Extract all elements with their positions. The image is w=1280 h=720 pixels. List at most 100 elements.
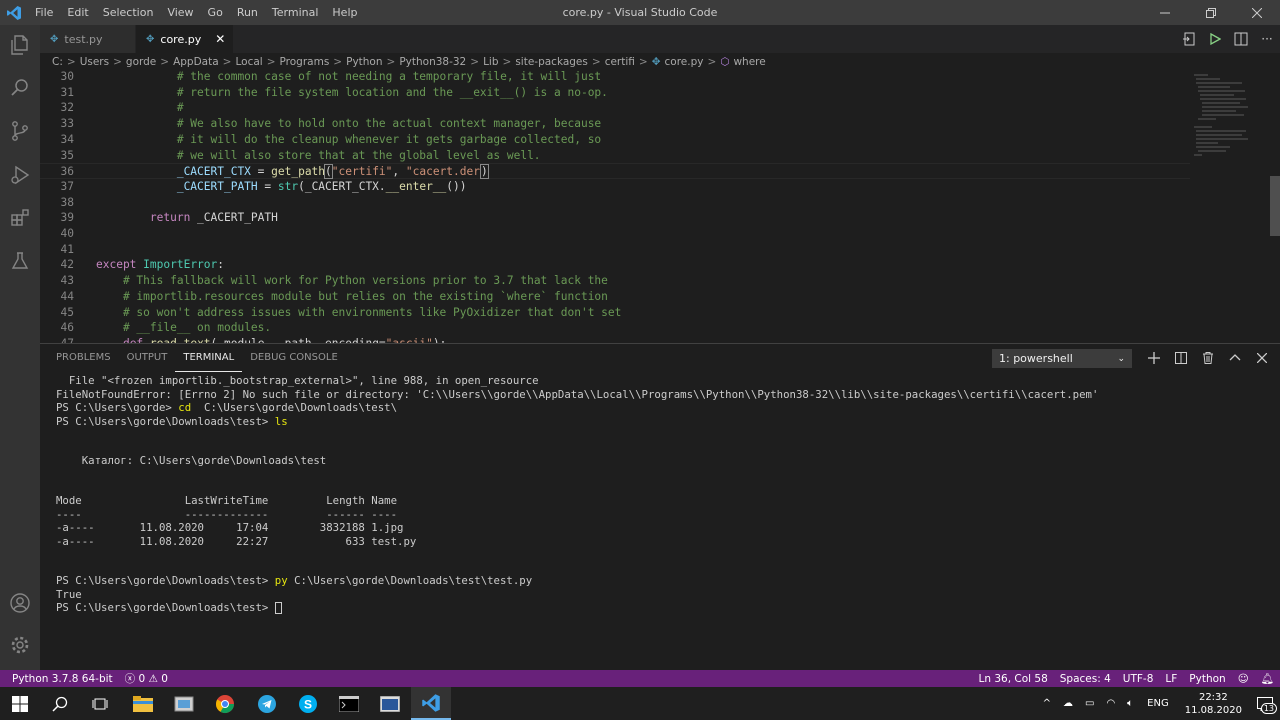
end-of-line[interactable]: LF	[1159, 673, 1183, 685]
breadcrumb-item[interactable]: Python38-32	[399, 56, 466, 68]
menu-terminal[interactable]: Terminal	[265, 0, 326, 25]
vscode-taskbar-icon[interactable]	[411, 687, 451, 720]
breadcrumb-item[interactable]: Users	[80, 56, 109, 68]
code-line[interactable]: 46 # __file__ on modules.	[40, 320, 1190, 336]
breadcrumb-item[interactable]: certifi	[605, 56, 635, 68]
code-line[interactable]: 30 # the common case of not needing a te…	[40, 71, 1190, 85]
feedback-icon[interactable]: ☺	[1232, 673, 1255, 685]
account-icon[interactable]	[0, 583, 40, 623]
indentation[interactable]: Spaces: 4	[1054, 673, 1117, 685]
source-control-icon[interactable]	[0, 111, 40, 151]
settings-gear-icon[interactable]	[0, 625, 40, 665]
breadcrumb-item[interactable]: AppData	[173, 56, 219, 68]
volume-icon[interactable]: 🔈︎	[1127, 698, 1133, 709]
chrome-icon[interactable]	[205, 687, 245, 720]
cursor-position[interactable]: Ln 36, Col 58	[973, 673, 1054, 685]
command-prompt-icon[interactable]	[329, 687, 369, 720]
code-line[interactable]: 35 # we will also store that at the glob…	[40, 148, 1190, 164]
code-line[interactable]: 47 def read_text(_module, _path, encodin…	[40, 336, 1190, 343]
editor-scrollbar-thumb[interactable]	[1270, 176, 1280, 236]
input-language[interactable]: ENG	[1147, 698, 1169, 709]
file-explorer-icon[interactable]	[123, 687, 163, 720]
split-editor-icon[interactable]	[1228, 25, 1254, 53]
snipping-tool-icon[interactable]	[164, 687, 204, 720]
code-line[interactable]: 31 # return the file system location and…	[40, 85, 1190, 101]
code-line[interactable]: 45 # so won't address issues with enviro…	[40, 305, 1190, 321]
breadcrumb-item[interactable]: Lib	[483, 56, 498, 68]
tab-output[interactable]: OUTPUT	[119, 344, 176, 372]
breadcrumb-item[interactable]: C:	[52, 56, 63, 68]
maximize-panel-icon[interactable]	[1221, 344, 1248, 372]
action-center-icon[interactable]: 13	[1250, 687, 1280, 720]
menu-file[interactable]: File	[28, 0, 60, 25]
explorer-icon[interactable]	[0, 25, 40, 65]
tab-terminal[interactable]: TERMINAL	[175, 344, 243, 372]
telegram-icon[interactable]	[247, 687, 287, 720]
search-icon[interactable]	[0, 68, 40, 108]
cloud-icon[interactable]: ☁	[1063, 698, 1073, 709]
notifications-bell-icon[interactable]: 🔔︎	[1255, 672, 1280, 685]
breadcrumb-item[interactable]: site-packages	[515, 56, 588, 68]
more-actions-icon[interactable]: ···	[1254, 25, 1280, 53]
code-line[interactable]: 42 except ImportError:	[40, 257, 1190, 273]
breadcrumb-item[interactable]: Programs	[280, 56, 330, 68]
code-line[interactable]: 41	[40, 242, 1190, 258]
tab-test-py[interactable]: ✥ test.py	[40, 25, 136, 53]
split-terminal-icon[interactable]	[1167, 344, 1194, 372]
taskbar-search-icon[interactable]	[40, 687, 80, 720]
code-line[interactable]: 43 # This fallback will work for Python …	[40, 273, 1190, 289]
menu-edit[interactable]: Edit	[60, 0, 95, 25]
clock[interactable]: 22:32 11.08.2020	[1185, 691, 1242, 717]
new-terminal-icon[interactable]	[1140, 344, 1167, 372]
code-line[interactable]: 37 _CACERT_PATH = str(_CACERT_CTX.__ente…	[40, 179, 1190, 195]
problems-status[interactable]: ⓧ 0 ⚠ 0	[119, 671, 174, 686]
code-line[interactable]: 38	[40, 195, 1190, 211]
run-debug-icon[interactable]	[0, 155, 40, 195]
windows-start-icon[interactable]	[0, 687, 40, 720]
skype-icon[interactable]: S	[288, 687, 328, 720]
breadcrumb-item[interactable]: core.py	[665, 56, 704, 68]
minimap[interactable]	[1190, 71, 1270, 343]
language-mode[interactable]: Python	[1183, 673, 1231, 685]
code-line[interactable]: 40	[40, 226, 1190, 242]
menu-run[interactable]: Run	[230, 0, 265, 25]
menu-selection[interactable]: Selection	[96, 0, 161, 25]
breadcrumb-item[interactable]: where	[733, 56, 765, 68]
terminal-line: Каталог: C:\Users\gorde\Downloads\test	[56, 454, 327, 467]
minimize-button[interactable]	[1142, 0, 1188, 25]
extensions-icon[interactable]	[0, 198, 40, 238]
task-view-icon[interactable]	[80, 687, 120, 720]
wifi-icon[interactable]: ◠	[1106, 698, 1115, 709]
run-file-icon[interactable]	[1202, 25, 1228, 53]
code-line[interactable]: 33 # We also have to hold onto the actua…	[40, 116, 1190, 132]
code-editor[interactable]: 30 # the common case of not needing a te…	[40, 71, 1190, 343]
code-line[interactable]: 39 return _CACERT_PATH	[40, 210, 1190, 226]
trash-icon[interactable]	[1194, 344, 1221, 372]
encoding[interactable]: UTF-8	[1117, 673, 1160, 685]
code-line[interactable]: 32 #	[40, 100, 1190, 116]
code-line[interactable]: 44 # importlib.resources module but reli…	[40, 289, 1190, 305]
show-hidden-icons-icon[interactable]: ^	[1043, 698, 1051, 709]
menu-go[interactable]: Go	[201, 0, 230, 25]
tab-debug-console[interactable]: DEBUG CONSOLE	[242, 344, 346, 372]
tab-problems[interactable]: PROBLEMS	[48, 344, 119, 372]
python-interpreter[interactable]: Python 3.7.8 64-bit	[0, 673, 119, 685]
open-changes-icon[interactable]	[1176, 25, 1202, 53]
battery-icon[interactable]: ▭	[1085, 698, 1094, 709]
restore-button[interactable]	[1188, 0, 1234, 25]
close-panel-icon[interactable]	[1248, 344, 1275, 372]
menu-help[interactable]: Help	[325, 0, 364, 25]
close-tab-icon[interactable]: ✕	[215, 32, 225, 46]
breadcrumb-item[interactable]: Local	[235, 56, 262, 68]
breadcrumb-item[interactable]: gorde	[126, 56, 156, 68]
menu-view[interactable]: View	[160, 0, 200, 25]
tab-core-py[interactable]: ✥ core.py ✕	[136, 25, 234, 53]
testing-flask-icon[interactable]	[0, 241, 40, 281]
code-line[interactable]: 36 _CACERT_CTX = get_path("certifi", "ca…	[40, 163, 1190, 180]
terminal-select[interactable]: 1: powershell ⌄	[992, 349, 1132, 368]
close-window-button[interactable]	[1234, 0, 1280, 25]
breadcrumb-item[interactable]: Python	[346, 56, 382, 68]
code-line[interactable]: 34 # it will do the cleanup whenever it …	[40, 132, 1190, 148]
app-window-icon[interactable]	[370, 687, 410, 720]
